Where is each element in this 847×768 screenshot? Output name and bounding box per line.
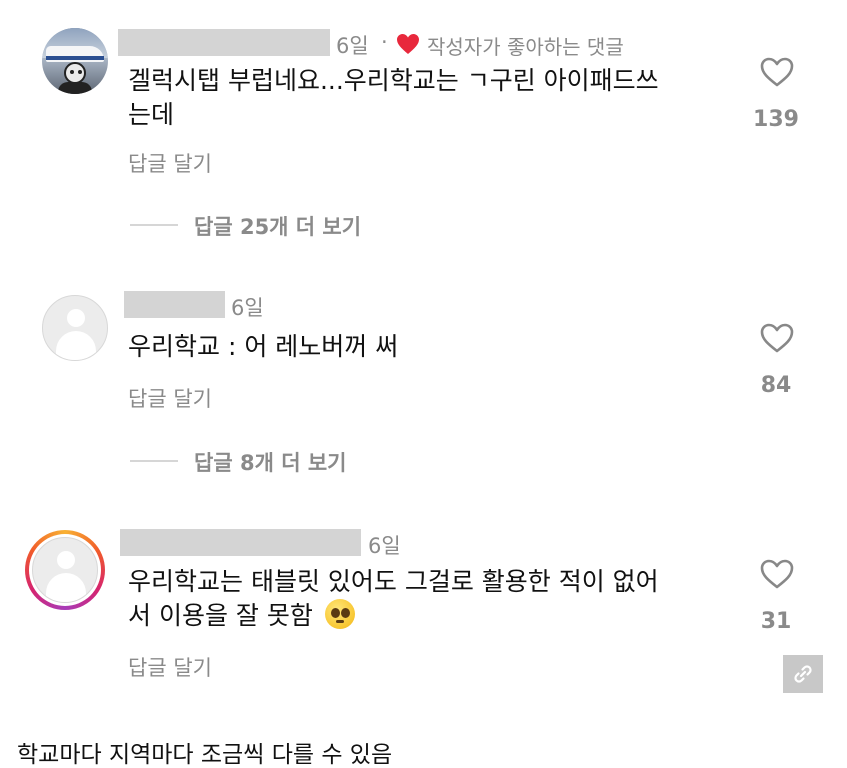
comment-text-line: 는데 <box>128 100 175 129</box>
username-redacted[interactable] <box>118 29 330 56</box>
replies-divider <box>130 224 178 226</box>
avatar-stripe <box>46 56 104 60</box>
comment-text-line: 서 이용을 잘 못함 <box>128 599 659 633</box>
liked-by-author-label: 작성자가 좋아하는 댓글 <box>427 35 624 59</box>
username-redacted[interactable] <box>120 529 361 556</box>
username-redacted[interactable] <box>124 291 225 318</box>
comment-text-line: 우리학교는 태블릿 있어도 그걸로 활용한 적이 없어 <box>128 567 659 596</box>
avatar-eye <box>70 70 74 74</box>
separator-dot: · <box>381 30 388 54</box>
default-user-icon[interactable] <box>42 295 108 361</box>
reply-button[interactable]: 답글 달기 <box>128 383 212 413</box>
avatar-body <box>56 331 96 360</box>
heart-outline-icon[interactable] <box>759 558 795 590</box>
like-count: 139 <box>753 107 799 132</box>
heart-outline-icon[interactable] <box>759 322 795 354</box>
avatar-eye <box>78 70 82 74</box>
comment-text-line: 우리학교 : 어 레노버꺼 써 <box>128 332 399 361</box>
comment-text: 겔럭시탭 부럽네요...우리학교는 ㄱ구린 아이패드쓰 는데 <box>128 64 659 132</box>
reply-button[interactable]: 답글 달기 <box>128 652 212 682</box>
link-icon <box>794 665 812 683</box>
replies-divider <box>130 460 178 462</box>
post-caption: 학교마다 지역마다 조금씩 다를 수 있음 <box>17 742 393 768</box>
avatar-body <box>46 573 86 602</box>
comment-text-span: 서 이용을 잘 못함 <box>128 601 313 630</box>
comment-text: 우리학교 : 어 레노버꺼 써 <box>128 330 398 364</box>
view-replies-button[interactable]: 답글 8개 더 보기 <box>194 447 346 477</box>
avatar-face <box>64 62 86 84</box>
default-user-icon <box>32 537 98 603</box>
avatar-head <box>67 309 85 327</box>
user-avatar[interactable] <box>42 28 108 94</box>
like-count: 31 <box>760 609 792 634</box>
reply-button[interactable]: 답글 달기 <box>128 148 212 178</box>
comment-time: 6일 <box>368 534 401 558</box>
view-replies-button[interactable]: 답글 25개 더 보기 <box>194 211 361 241</box>
comment-time: 6일 <box>336 34 369 58</box>
avatar-head <box>57 551 75 569</box>
link-button[interactable] <box>783 655 823 693</box>
comment-time: 6일 <box>231 296 264 320</box>
comment-text-line: 겔럭시탭 부럽네요...우리학교는 ㄱ구린 아이패드쓰 <box>128 66 659 95</box>
story-ring[interactable] <box>25 530 105 610</box>
like-count: 84 <box>760 373 792 398</box>
heart-filled-icon <box>397 34 419 54</box>
pleading-face-emoji <box>324 599 355 629</box>
comment-text: 우리학교는 태블릿 있어도 그걸로 활용한 적이 없어 서 이용을 잘 못함 <box>128 565 659 633</box>
heart-outline-icon[interactable] <box>759 56 795 88</box>
